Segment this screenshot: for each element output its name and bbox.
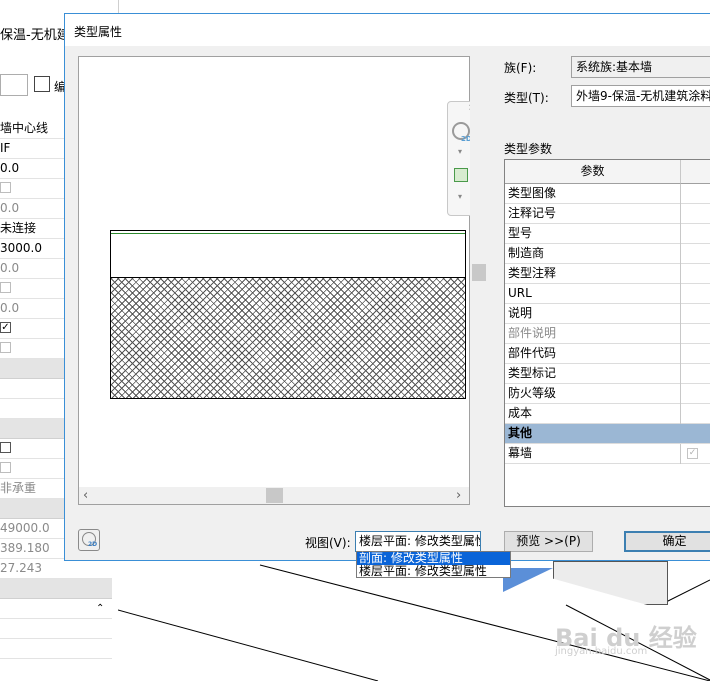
checkbox[interactable] [0, 182, 11, 193]
type-parameters-grid: 参数 类型图像 注释记号 型号 制造商 类型注释 URL 说明 部件说明 部件代码 类型标记 防火等… [504, 159, 710, 507]
property-value: 未连接 [0, 221, 37, 235]
dialog-titlebar[interactable]: 类型属性 [65, 14, 710, 46]
type-label: 类型(T): [504, 91, 549, 105]
parameter-row[interactable]: 型号 [505, 224, 710, 244]
property-value: 0.0 [0, 201, 20, 215]
parameter-row[interactable]: 成本 [505, 404, 710, 424]
parameter-name: 型号 [505, 224, 681, 244]
parameter-row[interactable]: 类型注释 [505, 264, 710, 284]
type-dropdown[interactable]: 外墙9-保温-无机建筑涂料 [571, 85, 710, 107]
property-value: 0.0 [0, 161, 20, 175]
parameter-name: 类型图像 [505, 184, 681, 204]
parameter-row[interactable]: 类型图像 [505, 184, 710, 204]
zoom-icon[interactable] [454, 168, 468, 182]
parameter-checkbox[interactable]: ✓ [687, 448, 698, 459]
parameter-name: 类型标记 [505, 364, 681, 384]
property-value: 墙中心线 [0, 121, 49, 135]
property-value: 0.0 [0, 301, 20, 315]
parameter-row[interactable]: URL [505, 284, 710, 304]
ok-button[interactable]: 确定 [624, 531, 710, 552]
property-row[interactable]: 27.243 [0, 559, 112, 579]
parameter-name: 部件代码 [505, 344, 681, 364]
parameter-row[interactable]: 防火等级 [505, 384, 710, 404]
watermark-url: jingyan.baidu.com [555, 646, 648, 657]
checkbox[interactable] [0, 342, 11, 353]
property-value: 3000.0 [0, 241, 42, 255]
preview-horizontal-scrollbar[interactable]: ‹ › [78, 487, 470, 505]
checkbox[interactable] [0, 282, 11, 293]
parameter-name: 幕墙 [505, 444, 681, 464]
chevron-down-icon[interactable]: ▾ [458, 192, 462, 201]
preview-vertical-scrollbar[interactable] [470, 56, 488, 505]
preview-pane[interactable]: × 2D ▾ ▾ [78, 56, 476, 505]
parameter-name: 类型注释 [505, 264, 681, 284]
chevron-down-icon[interactable]: ▽ [465, 532, 473, 551]
checkbox[interactable] [0, 462, 11, 473]
parameter-row[interactable]: 幕墙 ✓ [505, 444, 710, 464]
collapse-icon[interactable]: ⌃ [96, 603, 104, 614]
family-label: 族(F): [504, 61, 537, 75]
preview-toggle-button[interactable]: 预览 >>(P) [504, 531, 593, 552]
parameter-row[interactable]: 制造商 [505, 244, 710, 264]
property-row[interactable] [0, 619, 112, 639]
parameter-row[interactable]: 注释记号 [505, 204, 710, 224]
checkbox[interactable] [0, 442, 11, 453]
parameter-name: 制造商 [505, 244, 681, 264]
scrollbar-thumb[interactable] [266, 488, 283, 503]
parameter-name: 说明 [505, 304, 681, 324]
chevron-down-icon[interactable]: ▾ [458, 147, 462, 156]
type-selector-dropdown[interactable] [0, 74, 28, 96]
view-label: 视图(V): [305, 536, 351, 550]
parameter-name: 成本 [505, 404, 681, 424]
parameter-name: 防火等级 [505, 384, 681, 404]
grid-header-value[interactable] [681, 160, 710, 184]
view-select[interactable]: 楼层平面: 修改类型属性 ▽ [355, 531, 481, 552]
scrollbar-thumb[interactable] [472, 264, 486, 281]
parameter-row[interactable]: 部件代码 [505, 344, 710, 364]
checked-checkbox[interactable]: ✓ [0, 322, 11, 333]
parameter-row[interactable]: 类型标记 [505, 364, 710, 384]
property-value: 0.0 [0, 261, 20, 275]
type-params-heading: 类型参数 [504, 142, 553, 156]
parameter-name: 注释记号 [505, 204, 681, 224]
property-value: 389.180 [0, 541, 50, 555]
type-properties-dialog: 类型属性 × 2D ▾ ▾ ‹ › 族(F): 系统族:基本墙 类型(T): 外… [64, 13, 710, 561]
view-option-floor-plan[interactable]: 楼层平面: 修改类型属性 [357, 565, 510, 578]
property-value: IF [0, 141, 11, 155]
parameter-row[interactable]: 说明 [505, 304, 710, 324]
edit-type-icon[interactable] [34, 76, 50, 92]
parameter-name: URL [505, 284, 681, 304]
insulation-hatch [111, 278, 465, 398]
preview-2d-toggle-button[interactable]: 2D [78, 529, 100, 551]
property-value: 27.243 [0, 561, 42, 575]
scroll-right-icon[interactable]: › [456, 488, 461, 503]
parameter-row[interactable]: 部件说明 [505, 324, 710, 344]
dialog-title: 类型属性 [74, 25, 123, 39]
parameter-group-header[interactable]: 其他 [505, 424, 710, 444]
property-row[interactable] [0, 639, 112, 659]
parameter-name: 部件说明 [505, 324, 681, 344]
view-select-value: 楼层平面: 修改类型属性 [359, 534, 481, 548]
wall-top-line [111, 233, 465, 234]
view-dropdown-list: 剖面: 修改类型属性 楼层平面: 修改类型属性 [356, 551, 511, 578]
btn-2d-label: 2D [88, 541, 98, 548]
property-group-header[interactable] [0, 579, 112, 599]
family-dropdown[interactable]: 系统族:基本墙 [571, 56, 710, 78]
scroll-left-icon[interactable]: ‹ [83, 488, 88, 503]
property-value: 49000.0 [0, 521, 50, 535]
grid-header-parameter[interactable]: 参数 [505, 160, 681, 184]
property-value: 非承重 [0, 481, 37, 495]
parameter-name: 其他 [508, 426, 533, 440]
wall-section-drawing [110, 230, 466, 399]
